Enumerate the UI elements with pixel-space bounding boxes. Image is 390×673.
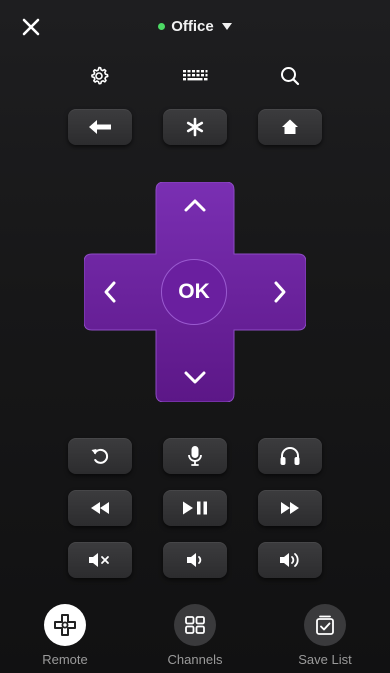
settings-button[interactable] [87,64,111,88]
rewind-icon [91,502,109,514]
play-pause-icon [183,501,207,515]
search-icon [281,67,300,86]
nav-save-list-label: Save List [298,652,352,667]
chevron-down-icon [221,23,232,30]
replay-icon [91,448,109,464]
chevron-down-icon [184,371,206,384]
device-selector: Office [0,14,390,38]
nav-channels[interactable]: Channels [155,604,235,667]
chevron-up-icon [184,199,206,212]
dpad-up-button[interactable] [156,182,234,232]
device-status-dot [158,23,166,30]
save-list-icon [316,615,334,635]
chevron-right-icon [274,281,286,303]
volume-up-icon [280,553,299,567]
volume-down-icon [187,553,202,567]
keyboard-icon [183,70,208,81]
nav-channels-circle [174,604,216,646]
voice-search-button[interactable] [163,438,227,474]
volume-up-button[interactable] [258,542,322,578]
asterisk-icon [186,117,204,137]
dpad-right-button[interactable] [246,254,306,330]
options-button[interactable] [163,109,227,145]
dpad-down-button[interactable] [156,352,234,402]
chevron-left-icon [104,281,116,303]
rewind-button[interactable] [68,490,132,526]
volume-down-button[interactable] [163,542,227,578]
nav-remote-label: Remote [42,652,88,667]
dpad-left-button[interactable] [84,254,144,330]
dpad-icon [54,614,76,636]
keyboard-button[interactable] [180,64,210,88]
nav-remote[interactable]: Remote [25,604,105,667]
device-name: Office [171,17,214,35]
device-dropdown[interactable]: Office [158,15,232,39]
dpad: OK [83,181,307,403]
ok-button[interactable]: OK [161,259,227,325]
nav-remote-circle [44,604,86,646]
home-button[interactable] [258,109,322,145]
mute-button[interactable] [68,542,132,578]
home-icon [282,119,298,134]
gear-icon [91,66,109,85]
nav-channels-label: Channels [167,652,223,667]
instant-replay-button[interactable] [68,438,132,474]
microphone-icon [188,446,202,466]
back-button[interactable] [68,109,132,145]
search-button[interactable] [278,64,302,88]
fast-forward-icon [281,502,299,514]
private-listening-button[interactable] [258,438,322,474]
fast-forward-button[interactable] [258,490,322,526]
headphones-icon [280,447,300,465]
grid-icon [185,616,205,634]
volume-mute-icon [89,553,109,567]
nav-save-list[interactable]: Save List [285,604,365,667]
nav-save-list-circle [304,604,346,646]
play-pause-button[interactable] [163,490,227,526]
arrow-left-icon [89,120,111,134]
